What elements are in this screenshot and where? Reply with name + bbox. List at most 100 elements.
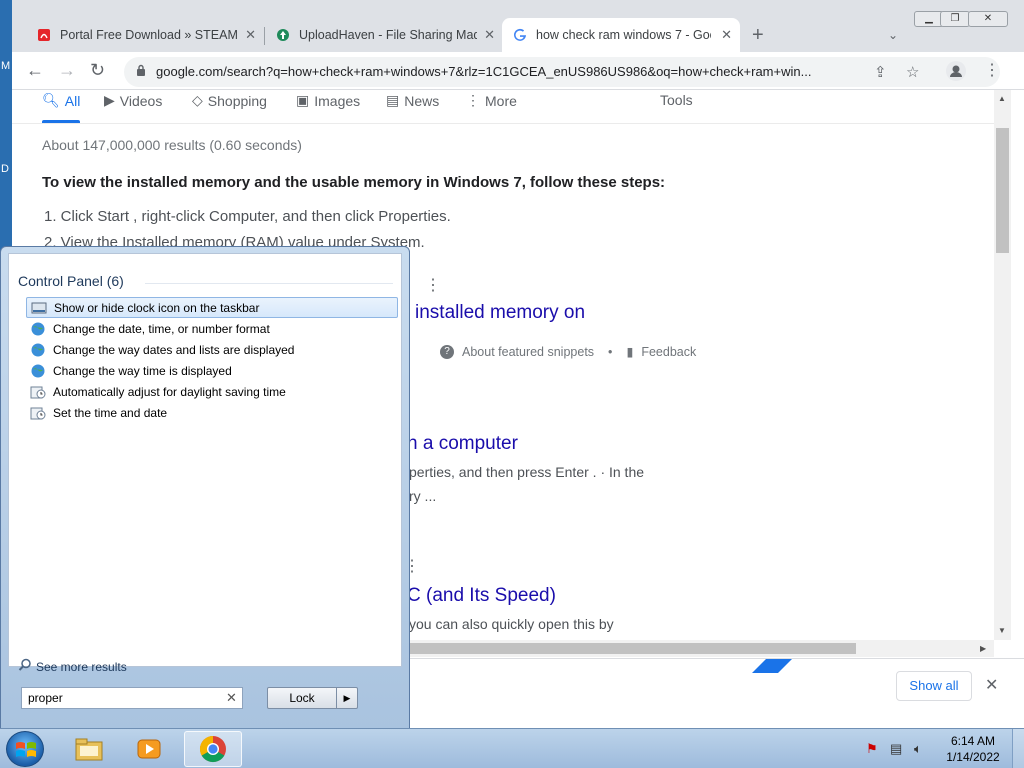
clock-date: 1/14/2022 (946, 750, 1000, 764)
about-snippets-link[interactable]: About featured snippets (462, 345, 594, 359)
region-globe-icon (30, 363, 46, 379)
taskbar-settings-icon (31, 300, 47, 316)
result-title-link[interactable]: installed memory on (415, 302, 585, 324)
result-description: ry ... (409, 488, 437, 504)
start-result-item[interactable]: Show or hide clock icon on the taskbar (26, 297, 398, 318)
media-player-icon[interactable] (120, 731, 178, 767)
start-result-item[interactable]: Change the way time is displayed (26, 360, 398, 381)
lock-button[interactable]: Lock (267, 687, 337, 709)
more-vert-icon: ⋮ (466, 92, 480, 108)
address-bar[interactable]: google.com/search?q=how+check+ram+window… (124, 57, 1000, 87)
menu-kebab-icon[interactable]: ⋮ (984, 60, 1000, 80)
result-title-link[interactable]: n a computer (407, 433, 518, 455)
tab-all[interactable]: 🔍︎ All (42, 92, 80, 109)
results-group-heading: Control Panel (6) (18, 273, 124, 289)
desktop-letter: D (1, 163, 9, 175)
search-icon: 🔍︎ (42, 92, 60, 108)
reload-icon[interactable]: ↻ (90, 60, 105, 81)
result-description: you can also quickly open this by (409, 616, 614, 632)
taskbar: ⚑ ▤ 🔈︎ 6:14 AM 1/14/2022 (0, 728, 1024, 768)
download-shelf-arrow-icon (752, 659, 792, 673)
tab-search-chevron-icon[interactable]: ⌄ (888, 28, 898, 42)
forward-icon[interactable]: → (58, 60, 76, 81)
start-result-item[interactable]: Change the way dates and lists are displ… (26, 339, 398, 360)
restore-icon[interactable]: ❐ (940, 11, 970, 27)
action-center-flag-icon[interactable]: ⚑ (866, 741, 878, 757)
scroll-thumb[interactable] (408, 643, 856, 654)
file-explorer-icon[interactable] (60, 731, 118, 767)
google-icon (512, 27, 528, 43)
see-more-results-link[interactable]: See more results (18, 658, 127, 675)
start-orb-windows-icon[interactable] (6, 731, 44, 767)
region-globe-icon (30, 342, 46, 358)
start-search-results: Control Panel (6) Show or hide clock ico… (8, 253, 402, 674)
dot-separator: • (608, 344, 613, 359)
scroll-thumb[interactable] (996, 128, 1009, 253)
show-desktop-button[interactable] (1012, 729, 1024, 768)
divider (145, 283, 393, 284)
clock-calendar-icon (30, 384, 46, 400)
volume-icon[interactable]: 🔈︎ (914, 741, 922, 757)
close-tab-icon[interactable]: ✕ (484, 27, 495, 43)
tab-images[interactable]: ▣ Images (296, 92, 360, 109)
tab-strip: Portal Free Download » STEAMUNLOCKED ✕ U… (12, 0, 1024, 56)
close-window-icon[interactable]: ✕ (968, 11, 1008, 27)
tab-more[interactable]: ⋮ More (466, 92, 517, 109)
show-all-button[interactable]: Show all (896, 671, 972, 701)
taskbar-clock[interactable]: 6:14 AM 1/14/2022 (940, 733, 1006, 765)
result-title-link[interactable]: C (and Its Speed) (407, 585, 556, 607)
tab-videos[interactable]: ▶ Videos (104, 92, 162, 109)
tab-google-search[interactable]: how check ram windows 7 - Google Search … (502, 18, 740, 52)
scroll-right-icon[interactable]: ▶ (980, 644, 986, 653)
start-result-item[interactable]: Set the time and date (26, 402, 398, 423)
snippet-step: 1. Click Start , right-click Computer, a… (44, 208, 451, 225)
url-text: google.com/search?q=how+check+ram+window… (156, 64, 812, 79)
scroll-down-icon[interactable]: ▼ (998, 626, 1006, 635)
active-tab-indicator (42, 120, 80, 123)
feedback-icon: ▮ (626, 345, 634, 359)
share-icon[interactable]: ⇪ (874, 63, 887, 81)
start-menu: Control Panel (6) Show or hide clock ico… (0, 246, 410, 730)
close-tab-icon[interactable]: ✕ (245, 27, 256, 43)
tab-portal[interactable]: Portal Free Download » STEAMUNLOCKED ✕ (26, 18, 264, 52)
close-download-bar-icon[interactable]: ✕ (985, 675, 998, 695)
start-search-input[interactable]: proper (21, 687, 243, 709)
clock-time: 6:14 AM (950, 734, 996, 748)
close-tab-icon[interactable]: ✕ (721, 27, 732, 43)
start-result-item[interactable]: Change the date, time, or number format (26, 318, 398, 339)
result-description: perties, and then press Enter . · In the (409, 464, 645, 480)
featured-snippet-heading: To view the installed memory and the usa… (42, 174, 666, 191)
star-icon[interactable]: ☆ (906, 63, 919, 81)
tools-button[interactable]: Tools (660, 92, 693, 108)
clear-search-icon[interactable]: ✕ (226, 690, 237, 706)
help-icon: ? (440, 344, 454, 359)
vertical-scrollbar[interactable]: ▲ ▼ (994, 90, 1011, 640)
news-icon: ▤ (386, 92, 400, 108)
desktop-letter: M (1, 60, 11, 72)
tab-title: how check ram windows 7 - Google Search (536, 28, 711, 42)
tab-shopping[interactable]: ◇ Shopping (192, 92, 267, 109)
browser-toolbar: ← → ↻ google.com/search?q=how+check+ram+… (12, 52, 1024, 90)
result-options-icon[interactable]: ⋮ (425, 275, 441, 295)
shutdown-options-arrow-icon[interactable]: ▶ (336, 687, 358, 709)
tab-uploadhaven[interactable]: UploadHaven - File Sharing Made Simple ✕ (265, 18, 503, 52)
tag-icon: ◇ (192, 92, 203, 108)
profile-icon[interactable] (946, 61, 966, 81)
lock-icon (137, 64, 145, 76)
result-stats: About 147,000,000 results (0.60 seconds) (42, 137, 302, 153)
video-icon: ▶ (104, 92, 115, 108)
uploadhaven-icon (275, 27, 291, 43)
scroll-up-icon[interactable]: ▲ (998, 94, 1006, 103)
network-icon[interactable]: ▤ (890, 741, 902, 757)
new-tab-icon[interactable]: + (752, 24, 764, 47)
tab-news[interactable]: ▤ News (386, 92, 439, 109)
google-search-tabs: 🔍︎ All ▶ Videos ◇ Shopping ▣ Images ▤ News ⋮ M… (12, 90, 994, 124)
clock-calendar-icon (30, 405, 46, 421)
pdf-icon (36, 27, 52, 43)
image-icon: ▣ (296, 92, 310, 108)
back-icon[interactable]: ← (26, 60, 44, 81)
magnifier-icon (18, 658, 32, 675)
chrome-icon[interactable] (184, 731, 242, 767)
start-result-item[interactable]: Automatically adjust for daylight saving… (26, 381, 398, 402)
feedback-link[interactable]: Feedback (641, 345, 696, 359)
